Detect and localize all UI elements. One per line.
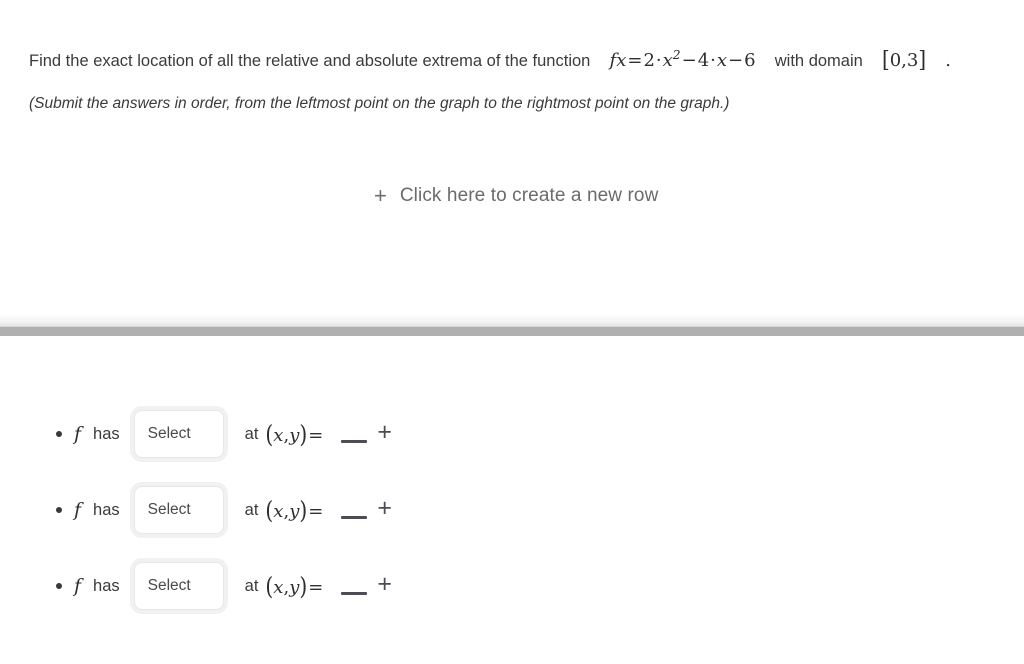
create-new-row-button[interactable]: + Click here to create a new row [374, 184, 658, 208]
coord-y: y [289, 501, 300, 522]
coordinate-answer-input[interactable] [341, 575, 368, 597]
answer-row: f has Select at (x,y)= + [0, 406, 392, 462]
answer-row: f has Select at (x,y)= + [0, 482, 392, 538]
coordinate-answer-input[interactable] [341, 423, 368, 445]
question-subprompt: (Submit the answers in order, from the l… [29, 95, 730, 112]
bullet-icon [44, 507, 74, 513]
row-at-label: at [244, 576, 259, 595]
answer-row: f has Select at (x,y)= + [0, 558, 392, 614]
row-function-symbol: f [74, 423, 82, 445]
coord-paren-close: ) [299, 571, 308, 601]
row-add-icon[interactable]: + [377, 495, 392, 521]
multiply-dot-1: · [655, 50, 662, 71]
coord-paren-close: ) [299, 419, 308, 449]
function-variable: x [616, 50, 627, 71]
coord-paren-open: ( [265, 571, 274, 601]
minus-sign-1: − [681, 50, 697, 71]
row-coordinate-expression: (x,y)= [265, 419, 324, 449]
row-function-symbol: f [74, 499, 82, 521]
row-add-icon[interactable]: + [377, 571, 392, 597]
coord-equals: = [308, 501, 324, 522]
plus-icon: + [374, 183, 387, 208]
domain-values: 0,3 [889, 50, 919, 71]
question-prompt: Find the exact location of all the relat… [29, 42, 951, 74]
coord-y: y [289, 577, 300, 598]
coefficient-a: 2 [643, 50, 655, 71]
bullet-icon [44, 431, 74, 437]
row-coordinate-expression: (x,y)= [265, 495, 324, 525]
coord-equals: = [308, 425, 324, 446]
bullet-icon [44, 583, 74, 589]
term-variable-1: x [662, 50, 673, 71]
row-function-symbol: f [74, 575, 82, 597]
function-equals: = [627, 50, 643, 71]
row-has-label: has [93, 500, 120, 519]
row-has-label: has [93, 576, 120, 595]
minus-sign-2: − [728, 50, 744, 71]
extremum-type-select[interactable]: Select [133, 486, 224, 534]
coord-y: y [289, 425, 300, 446]
create-new-row-label: Click here to create a new row [399, 185, 659, 206]
coordinate-answer-input[interactable] [341, 499, 368, 521]
domain-bracket-open: [ [882, 46, 890, 73]
section-divider [0, 314, 1024, 336]
prompt-text-after: with domain [774, 52, 863, 70]
row-add-icon[interactable]: + [377, 419, 392, 445]
coord-equals: = [308, 577, 324, 598]
row-has-label: has [93, 424, 120, 443]
extremum-type-select-value: Select [147, 501, 191, 518]
function-expression: fx=2·x2−4·x−6 [610, 48, 756, 71]
term-variable-2: x [716, 50, 728, 71]
divider-band [0, 327, 1024, 336]
coord-paren-open: ( [265, 419, 274, 449]
row-at-label: at [244, 500, 259, 519]
coord-x: x [273, 425, 284, 446]
coord-paren-open: ( [265, 495, 274, 525]
row-at-label: at [244, 424, 259, 443]
domain-bracket-close: ] [918, 46, 927, 73]
coord-x: x [273, 577, 284, 598]
extremum-type-select-value: Select [147, 577, 191, 594]
domain-interval: [0,3] [882, 46, 926, 72]
coord-paren-close: ) [299, 495, 308, 525]
extremum-type-select-value: Select [147, 425, 191, 442]
extremum-type-select[interactable]: Select [133, 562, 224, 610]
multiply-dot-2: · [710, 50, 716, 71]
prompt-period: . [945, 50, 951, 71]
exponent-2: 2 [672, 48, 681, 62]
prompt-text-before: Find the exact location of all the relat… [29, 52, 591, 70]
coefficient-b: 4 [697, 50, 710, 71]
row-coordinate-expression: (x,y)= [265, 571, 324, 601]
coord-x: x [273, 501, 284, 522]
extremum-type-select[interactable]: Select [133, 410, 224, 458]
constant-term: 6 [744, 50, 756, 71]
